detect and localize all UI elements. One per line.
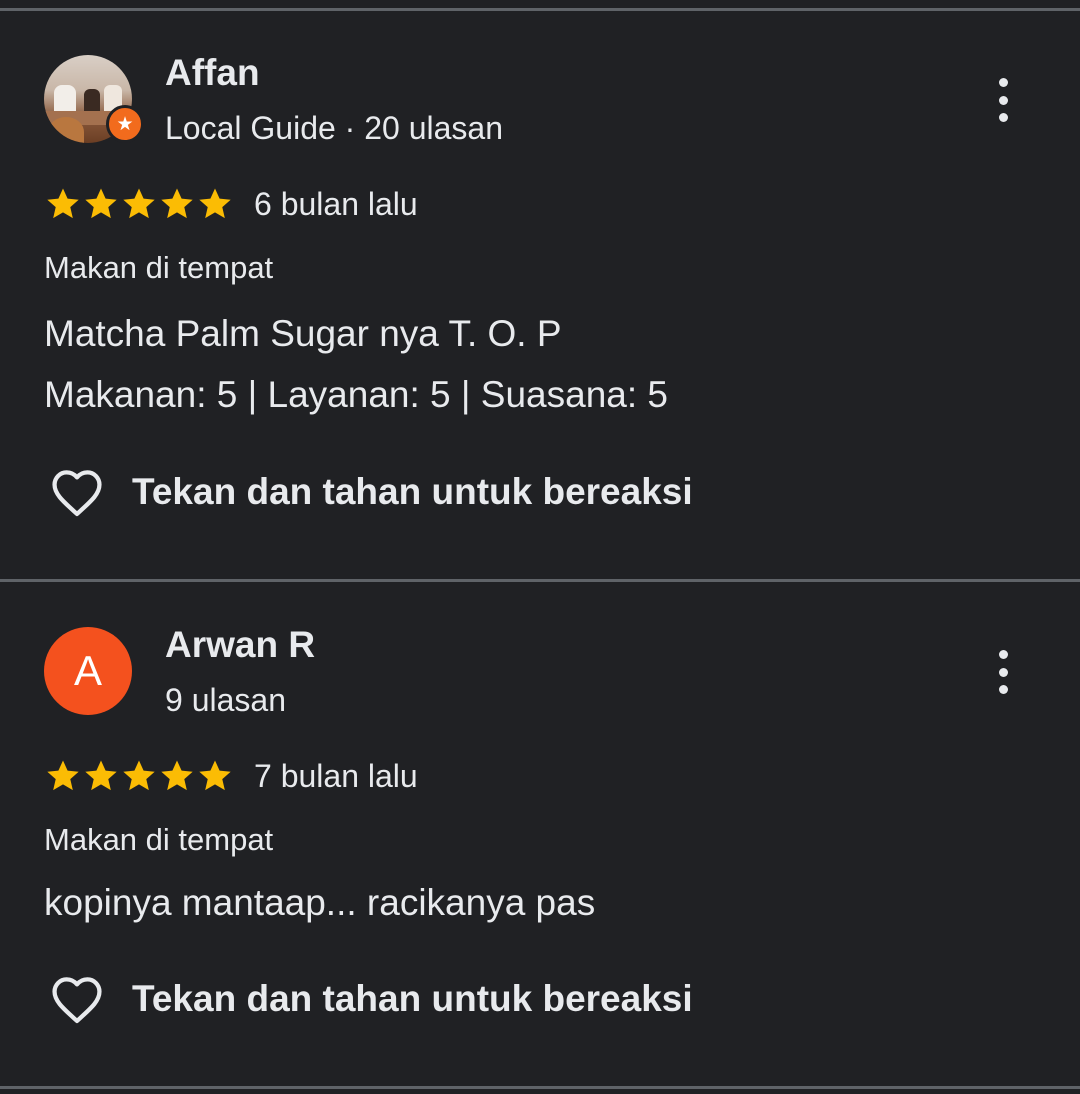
rating-row: 7 bulan lalu: [44, 756, 418, 796]
review-card: A Arwan R 9 ulasan 7 bulan lalu Makan di…: [0, 582, 1080, 1087]
star-icon: [47, 188, 79, 219]
react-button[interactable]: Tekan dan tahan untuk bereaksi: [48, 971, 693, 1027]
avatar[interactable]: ★: [44, 55, 144, 143]
reviewer-meta[interactable]: Local Guide · 20 ulasan: [165, 110, 503, 147]
review-text-line: Matcha Palm Sugar nya T. O. P: [44, 313, 562, 354]
dining-mode: Makan di tempat: [44, 822, 274, 857]
react-button[interactable]: Tekan dan tahan untuk bereaksi: [48, 464, 693, 520]
review-time: 6 bulan lalu: [254, 185, 418, 222]
star-icon: [123, 760, 155, 791]
star-icon: [161, 188, 193, 219]
star-icon: [123, 188, 155, 219]
review-time: 7 bulan lalu: [254, 757, 418, 794]
react-label: Tekan dan tahan untuk bereaksi: [132, 471, 693, 512]
more-vert-icon[interactable]: [990, 78, 1016, 122]
review-text-line: kopinya mantaap... racikanya pas: [44, 882, 596, 923]
star-icon: [199, 760, 231, 791]
divider-bottom: [0, 1086, 1080, 1089]
heart-outline-icon: [52, 977, 102, 1024]
react-label: Tekan dan tahan untuk bereaksi: [132, 978, 693, 1019]
avatar[interactable]: A: [44, 627, 132, 715]
star-icon: [85, 188, 117, 219]
star-rating: [44, 757, 234, 795]
star-icon: [47, 760, 79, 791]
reviewer-name[interactable]: Arwan R: [165, 624, 315, 666]
star-icon: [85, 760, 117, 791]
reviewer-meta[interactable]: 9 ulasan: [165, 682, 286, 719]
star-rating: [44, 185, 234, 223]
rating-row: 6 bulan lalu: [44, 184, 418, 224]
dining-mode: Makan di tempat: [44, 250, 274, 285]
reviewer-name[interactable]: Affan: [165, 52, 260, 94]
heart-outline-icon: [52, 470, 102, 517]
local-guide-star-icon: ★: [106, 105, 144, 143]
star-icon: [199, 188, 231, 219]
more-vert-icon[interactable]: [990, 650, 1016, 694]
avatar-letter: A: [44, 627, 132, 715]
review-text-line: Makanan: 5 | Layanan: 5 | Suasana: 5: [44, 374, 668, 415]
star-icon: [161, 760, 193, 791]
review-card: ★ Affan Local Guide · 20 ulasan 6 bulan …: [0, 0, 1080, 578]
